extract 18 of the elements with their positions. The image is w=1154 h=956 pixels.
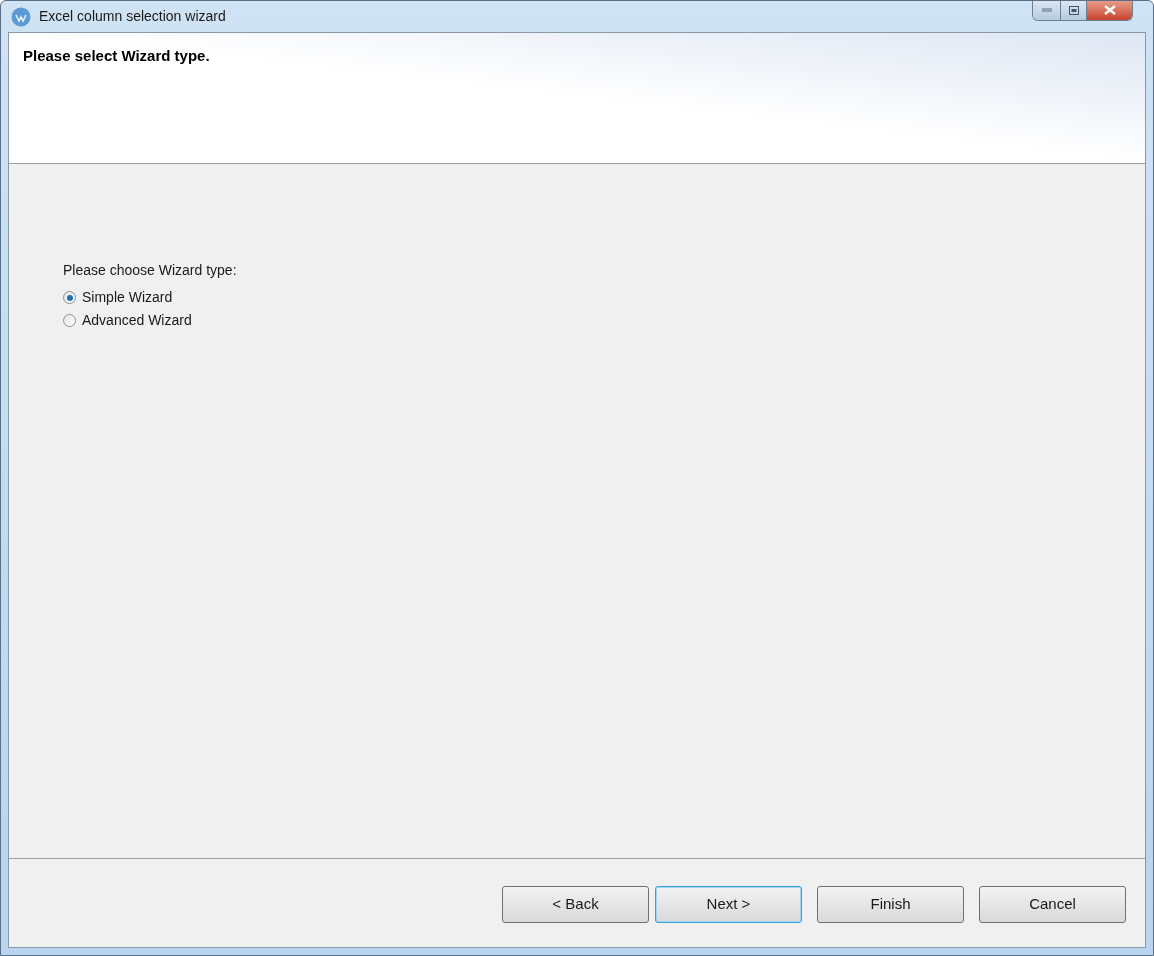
- maximize-icon: [1068, 5, 1079, 15]
- radio-button[interactable]: [63, 314, 76, 327]
- maximize-button[interactable]: [1061, 1, 1087, 20]
- radio-option[interactable]: Simple Wizard: [63, 286, 1091, 309]
- close-icon: [1103, 5, 1116, 15]
- window-title: Excel column selection wizard: [39, 7, 226, 26]
- prompt-label: Please choose Wizard type:: [63, 261, 238, 280]
- app-icon: [11, 6, 31, 27]
- minimize-icon: [1041, 8, 1052, 12]
- radio-option[interactable]: Advanced Wizard: [63, 309, 1091, 332]
- wizard-button[interactable]: Next >: [655, 886, 802, 923]
- wizard-button[interactable]: Finish: [817, 886, 964, 923]
- wizard-button[interactable]: Cancel: [979, 886, 1126, 923]
- minimize-button[interactable]: [1033, 1, 1061, 20]
- wizard-button[interactable]: < Back: [502, 886, 649, 923]
- page-heading: Please select Wizard type.: [23, 47, 210, 64]
- close-button[interactable]: [1087, 1, 1132, 20]
- radio-button[interactable]: [63, 291, 76, 304]
